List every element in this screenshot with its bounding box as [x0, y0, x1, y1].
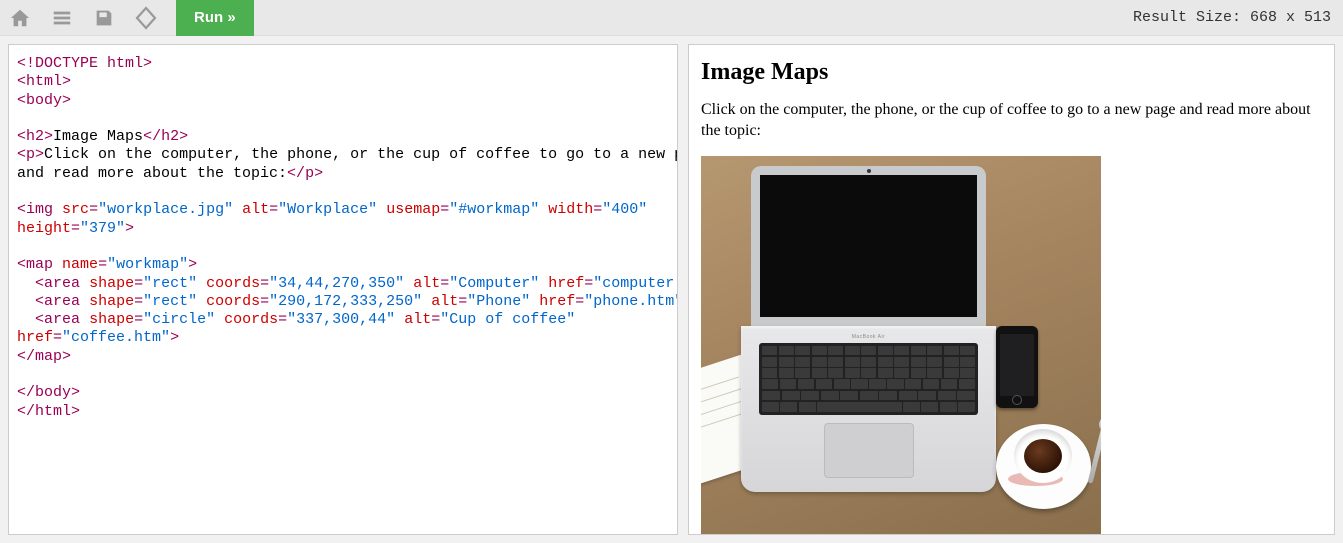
camera-icon — [867, 169, 871, 173]
code-img-width-val: "400" — [602, 201, 647, 218]
code-a1-alt: "Computer" — [449, 275, 539, 292]
coffee-area[interactable] — [996, 414, 1096, 514]
code-a2-href-attr: href — [539, 293, 575, 310]
code-p-text-1: Click on the computer, the phone, or the… — [44, 146, 678, 163]
code-img-src-val: "workplace.jpg" — [98, 201, 233, 218]
code-a1-coords: "34,44,270,350" — [269, 275, 404, 292]
workplace-image[interactable]: MacBook Air — [701, 156, 1101, 535]
code-a3-href: "coffee.htm" — [62, 329, 170, 346]
code-a3-coords: "337,300,44" — [287, 311, 395, 328]
code-img-alt-val: "Workplace" — [278, 201, 377, 218]
laptop-brand: MacBook Air — [759, 334, 978, 340]
code-a3-shape-attr: shape — [89, 311, 134, 328]
code-doctype: <!DOCTYPE html> — [17, 55, 152, 72]
code-a2-coords: "290,172,333,250" — [269, 293, 422, 310]
code-body-open: body — [26, 92, 62, 109]
trackpad — [824, 423, 914, 478]
code-img-alt-attr: alt — [242, 201, 269, 218]
phone-area[interactable] — [996, 326, 1038, 408]
code-img-tag: img — [26, 201, 53, 218]
code-img-height-val: "379" — [80, 220, 125, 237]
result-heading: Image Maps — [701, 59, 1322, 86]
code-a2-alt: "Phone" — [467, 293, 530, 310]
code-map-open: map — [26, 256, 53, 273]
toolbar-left — [8, 6, 158, 30]
code-img-usemap-val: "#workmap" — [449, 201, 539, 218]
code-body-close: body — [35, 384, 71, 401]
keyboard-icon — [759, 343, 978, 415]
code-img-usemap-attr: usemap — [386, 201, 440, 218]
code-a1-alt-attr: alt — [413, 275, 440, 292]
code-p-open: p — [26, 146, 35, 163]
rotate-icon[interactable] — [134, 6, 158, 30]
code-a1-href: "computer.htm" — [593, 275, 678, 292]
toolbar: Run » Result Size: 668 x 513 — [0, 0, 1343, 36]
code-html-open: html — [26, 73, 62, 90]
code-a2-href: "phone.htm" — [584, 293, 678, 310]
code-a3-href-attr: href — [17, 329, 53, 346]
code-editor[interactable]: <!DOCTYPE html> <html> <body> <h2>Image … — [8, 44, 678, 535]
code-h2-text: Image Maps — [53, 128, 143, 145]
laptop-deck: MacBook Air — [741, 326, 996, 492]
computer-area[interactable]: MacBook Air — [741, 166, 996, 496]
code-a1-href-attr: href — [548, 275, 584, 292]
laptop-screen — [760, 175, 977, 317]
code-a1-coords-attr: coords — [206, 275, 260, 292]
code-img-height-attr: height — [17, 220, 71, 237]
result-size-label: Result Size: 668 x 513 — [1133, 9, 1335, 26]
code-a3-alt-attr: alt — [404, 311, 431, 328]
code-a3-shape: "circle" — [143, 311, 215, 328]
code-img-width-attr: width — [548, 201, 593, 218]
code-map-name-attr: name — [62, 256, 98, 273]
code-a3-alt: "Cup of coffee" — [440, 311, 575, 328]
code-p-close: p — [305, 165, 314, 182]
code-p-text-2: and read more about the topic: — [17, 165, 287, 182]
coffee-icon — [1024, 439, 1062, 473]
save-icon[interactable] — [92, 6, 116, 30]
code-a2-coords-attr: coords — [206, 293, 260, 310]
spoon-icon — [1088, 422, 1101, 483]
code-h2-close: h2 — [161, 128, 179, 145]
code-map-name-val: "workmap" — [107, 256, 188, 273]
code-h2-open: h2 — [26, 128, 44, 145]
code-a1-shape: "rect" — [143, 275, 197, 292]
code-img-src-attr: src — [62, 201, 89, 218]
code-html-close: html — [35, 403, 71, 420]
cup — [1014, 429, 1072, 483]
code-a2-shape: "rect" — [143, 293, 197, 310]
code-a2-alt-attr: alt — [431, 293, 458, 310]
menu-icon[interactable] — [50, 6, 74, 30]
code-map-close: map — [35, 348, 62, 365]
code-a1-shape-attr: shape — [89, 275, 134, 292]
code-area1: area — [44, 275, 80, 292]
panes: <!DOCTYPE html> <html> <body> <h2>Image … — [0, 36, 1343, 543]
code-area2: area — [44, 293, 80, 310]
code-a3-coords-attr: coords — [224, 311, 278, 328]
result-paragraph: Click on the computer, the phone, or the… — [701, 100, 1322, 142]
run-button[interactable]: Run » — [176, 0, 254, 36]
code-area3: area — [44, 311, 80, 328]
result-pane: Image Maps Click on the computer, the ph… — [688, 44, 1335, 535]
home-icon[interactable] — [8, 6, 32, 30]
code-a2-shape-attr: shape — [89, 293, 134, 310]
laptop-lid — [751, 166, 986, 326]
